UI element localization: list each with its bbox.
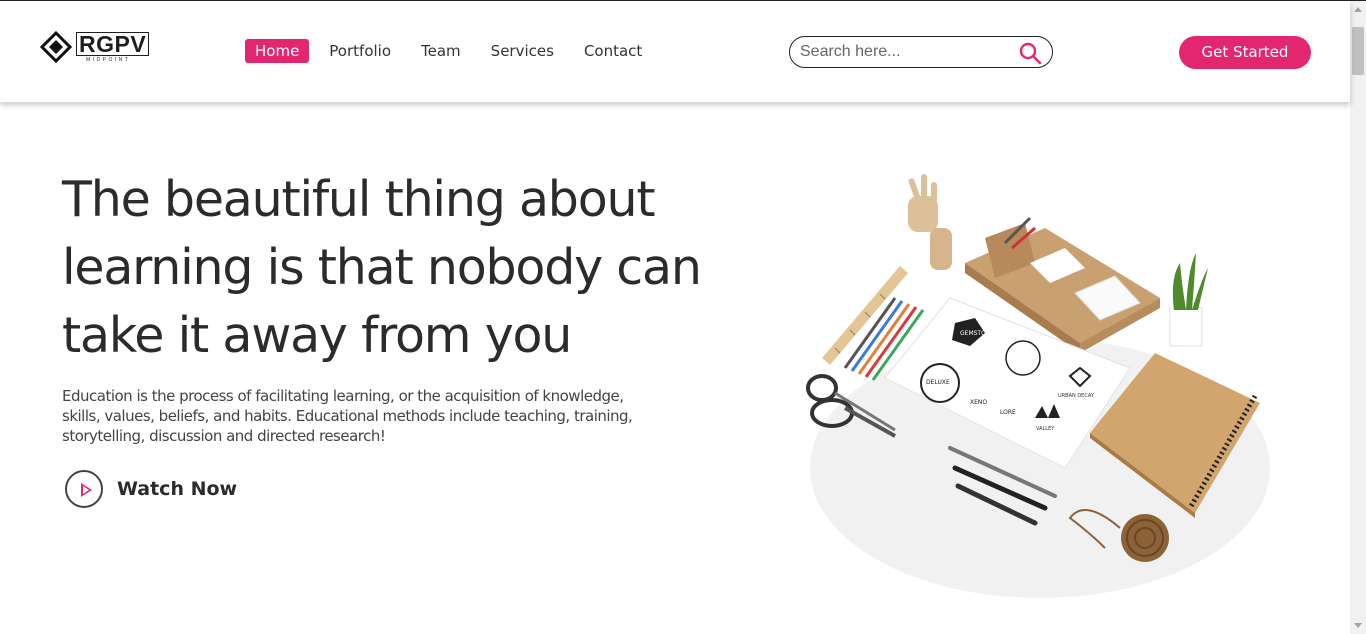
nav-item-services[interactable]: Services [481, 39, 564, 63]
scroll-down-arrow-icon[interactable] [1354, 623, 1362, 628]
nav-item-home[interactable]: Home [245, 39, 310, 63]
search-box [789, 36, 1053, 68]
navbar: RGPV MIDPOINT Home Portfolio Team Servic… [0, 1, 1350, 102]
scroll-up-arrow-icon[interactable] [1354, 7, 1362, 12]
nav-item-team[interactable]: Team [411, 39, 471, 63]
nav-item-contact[interactable]: Contact [574, 39, 652, 63]
brand-tagline: MIDPOINT [86, 57, 131, 63]
search-icon[interactable] [1018, 41, 1042, 65]
watch-now-label: Watch Now [117, 478, 238, 500]
wooden-hand-icon [908, 174, 952, 270]
stamp-lore: LORE [1000, 409, 1016, 416]
hero-description: Education is the process of facilitating… [62, 387, 633, 445]
stamp-valley: VALLEY [1036, 426, 1055, 432]
get-started-button[interactable]: Get Started [1179, 36, 1311, 69]
play-button-circle[interactable] [65, 470, 103, 508]
plant-pot-icon [1169, 253, 1208, 347]
stamp-xeno: XENO [970, 399, 987, 406]
watch-now-button[interactable]: Watch Now [65, 470, 237, 508]
desk-stationery-illustration: GEMSTONE DELUXE XENO LORE URBAN DECAY VA… [806, 174, 1270, 598]
brand-logo[interactable]: RGPV MIDPOINT [40, 31, 152, 65]
page-scrollbar[interactable] [1350, 1, 1366, 634]
nav-item-portfolio[interactable]: Portfolio [319, 39, 401, 63]
diamond-logo-icon [40, 31, 72, 64]
stamp-urban-decay: URBAN DECAY [1058, 393, 1095, 399]
main-nav: Home Portfolio Team Services Contact [245, 39, 652, 63]
scroll-thumb[interactable] [1352, 27, 1364, 75]
stamp-deluxe: DELUXE [926, 379, 950, 386]
search-input[interactable] [800, 41, 1010, 63]
brand-name: RGPV [76, 32, 150, 56]
play-icon [81, 483, 92, 497]
hero-title: The beautiful thing about learning is th… [62, 171, 702, 364]
stamp-gemstone: GEMSTONE [960, 330, 994, 337]
